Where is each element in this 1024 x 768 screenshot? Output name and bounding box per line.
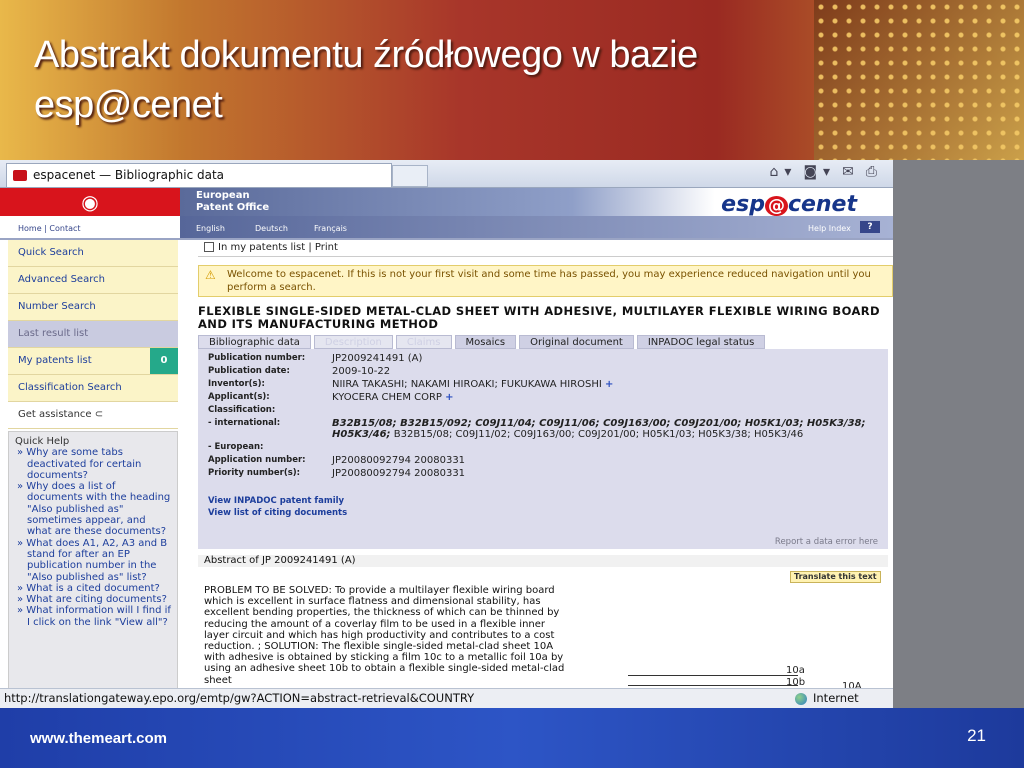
browser-tab-title: espacenet — Bibliographic data — [33, 168, 225, 182]
browser-tab[interactable]: espacenet — Bibliographic data — [6, 163, 392, 187]
espacenet-subnav: Home | Contact English Deutsch Français … — [0, 216, 893, 240]
publication-number: JP2009241491 (A) — [332, 353, 423, 364]
inpadoc-family-link[interactable]: View INPADOC patent family — [208, 495, 888, 507]
figure-label-10a: 10a — [786, 665, 805, 676]
quick-help-item[interactable]: » Why are some tabs deactivated for cert… — [15, 447, 171, 481]
quick-help-panel: Quick Help » Why are some tabs deactivat… — [8, 431, 178, 708]
document-title: FLEXIBLE SINGLE-SIDED METAL-CLAD SHEET W… — [198, 304, 880, 331]
applicants: KYOCERA CHEM CORP — [332, 392, 442, 403]
help-index-link[interactable]: Help Index — [808, 224, 851, 233]
browser-screenshot: espacenet — Bibliographic data ⌂▾ ◙▾ ✉ ⎙ ◉ … — [0, 160, 893, 708]
welcome-warning: ⚠ Welcome to espacenet. If this is not y… — [198, 265, 893, 297]
feeds-icon[interactable]: ◙▾ — [803, 164, 836, 180]
patents-count-badge: 0 — [150, 348, 178, 374]
publication-date: 2009-10-22 — [332, 366, 391, 377]
status-zone: Internet — [813, 691, 859, 705]
sidebar-item-advanced-search[interactable]: Advanced Search — [8, 267, 178, 294]
report-error-link[interactable]: Report a data error here — [775, 537, 878, 547]
inventors-plus-icon[interactable]: + — [605, 379, 613, 390]
new-tab-button[interactable] — [392, 165, 428, 187]
slide-side-panel — [893, 160, 1024, 708]
quick-help-item[interactable]: » Why does a list of documents with the … — [15, 481, 171, 537]
lang-deutsch[interactable]: Deutsch — [255, 224, 288, 233]
quick-help-item[interactable]: » What does A1, A2, A3 and B stand for a… — [15, 538, 171, 583]
slide-number: 21 — [967, 726, 986, 745]
mail-icon[interactable]: ✉ — [842, 164, 860, 180]
abstract-heading: Abstract of JP 2009241491 (A) — [198, 555, 888, 567]
tab-original-document[interactable]: Original document — [519, 335, 634, 349]
home-contact-link[interactable]: Home | Contact — [18, 224, 81, 233]
tab-claims: Claims — [395, 335, 452, 349]
application-number: JP20080092794 20080331 — [332, 455, 466, 466]
browser-statusbar: http://translationgateway.epo.org/emtp/g… — [0, 688, 893, 708]
international-classification: B32B15/08; B32B15/092; C09J11/04; C09J11… — [332, 418, 866, 440]
abstract-section: Abstract of JP 2009241491 (A) Translate … — [198, 555, 888, 708]
translate-button[interactable]: Translate this text — [790, 571, 881, 583]
help-question-icon[interactable]: ? — [860, 221, 880, 233]
browser-tabbar: espacenet — Bibliographic data ⌂▾ ◙▾ ✉ ⎙ — [0, 160, 893, 188]
lang-english[interactable]: English — [196, 224, 225, 233]
browser-toolbar: ⌂▾ ◙▾ ✉ ⎙ — [764, 164, 883, 180]
quick-help-item[interactable]: » What is a cited document? — [15, 583, 171, 594]
status-url: http://translationgateway.epo.org/emtp/g… — [4, 691, 475, 705]
bibliographic-data-panel: Publication number: JP2009241491 (A) Publ… — [198, 349, 888, 549]
sidebar: Quick Search Advanced Search Number Sear… — [8, 240, 178, 708]
inventors: NIIRA TAKASHI; NAKAMI HIROAKI; FUKUKAWA … — [332, 379, 602, 390]
internet-zone-icon — [795, 692, 807, 705]
office-name: European Patent Office — [196, 190, 270, 213]
print-icon[interactable]: ⎙ — [866, 164, 883, 180]
sidebar-item-number-search[interactable]: Number Search — [8, 294, 178, 321]
warning-text: Welcome to espacenet. If this is not you… — [227, 269, 871, 293]
figure-label-10b: 10b — [786, 677, 806, 688]
espacenet-favicon-icon — [13, 170, 27, 181]
sidebar-item-quick-search[interactable]: Quick Search — [8, 240, 178, 267]
espacenet-logo: esp @ cenet — [721, 192, 857, 217]
document-tabs: Bibliographic data Description Claims Mo… — [198, 335, 893, 349]
warning-icon: ⚠ — [205, 268, 216, 282]
sidebar-item-classification-search[interactable]: Classification Search — [8, 375, 178, 402]
patents-list-checkbox[interactable] — [204, 242, 214, 252]
slide-title: Abstrakt dokumentu źródłowego w bazie es… — [34, 34, 698, 126]
footer-url: www.themeart.com — [30, 730, 167, 747]
quick-help-item[interactable]: » What are citing documents? — [15, 594, 171, 605]
tab-bibliographic-data[interactable]: Bibliographic data — [198, 335, 311, 349]
quick-help-title: Quick Help — [15, 436, 70, 447]
lang-francais[interactable]: Français — [314, 224, 347, 233]
applicants-plus-icon[interactable]: + — [445, 392, 453, 403]
sidebar-item-my-patents-list[interactable]: My patents list 0 — [8, 348, 178, 375]
citing-documents-link[interactable]: View list of citing documents — [208, 507, 888, 519]
abstract-text: PROBLEM TO BE SOLVED: To provide a multi… — [204, 585, 565, 686]
main-content: In my patents list | Print ⚠ Welcome to … — [198, 240, 893, 708]
priority-number: JP20080092794 20080331 — [332, 468, 466, 479]
sidebar-item-get-assistance[interactable]: Get assistance ⊂ — [8, 402, 178, 429]
actions-label[interactable]: In my patents list | Print — [218, 242, 338, 253]
tab-description: Description — [313, 335, 393, 349]
tab-inpadoc-legal-status[interactable]: INPADOC legal status — [636, 335, 766, 349]
tab-mosaics[interactable]: Mosaics — [454, 335, 517, 349]
slide-footer: www.themeart.com 21 — [0, 708, 1024, 768]
epo-logo-icon: ◉ — [0, 188, 180, 216]
document-actions: In my patents list | Print — [198, 240, 893, 257]
quick-help-item[interactable]: » What information will I find if I clic… — [15, 605, 171, 628]
espacenet-header: ◉ European Patent Office esp @ cenet — [0, 188, 893, 217]
sidebar-item-last-result-list: Last result list — [8, 321, 178, 348]
home-icon[interactable]: ⌂▾ — [770, 164, 798, 180]
